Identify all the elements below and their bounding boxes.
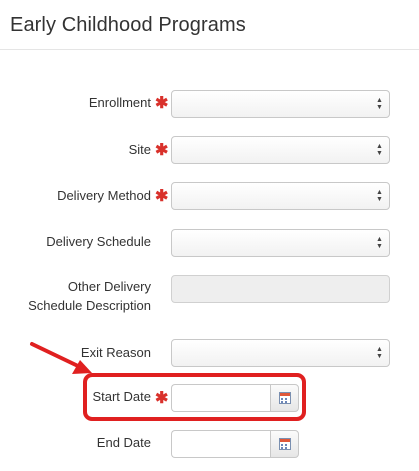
- page-title: Early Childhood Programs: [10, 14, 246, 36]
- start-date-highlight-box: [83, 373, 306, 421]
- enrollment-required-icon: ✱: [155, 95, 169, 112]
- calendar-icon: [279, 438, 291, 450]
- end-date-label: End Date: [96, 435, 151, 450]
- select-arrows-icon: ▲ ▼: [376, 346, 383, 360]
- site-select[interactable]: ▲ ▼: [171, 136, 390, 164]
- pointer-arrow-icon: [30, 342, 92, 374]
- select-arrows-icon: ▲ ▼: [376, 189, 383, 203]
- select-arrows-icon: ▲ ▼: [376, 143, 383, 157]
- title-divider: [0, 49, 419, 50]
- other-delivery-schedule-input: [171, 275, 390, 303]
- select-arrows-icon: ▲ ▼: [376, 236, 383, 250]
- delivery-method-label: Delivery Method: [57, 188, 151, 203]
- delivery-schedule-label: Delivery Schedule: [46, 234, 151, 249]
- exit-reason-select[interactable]: ▲ ▼: [171, 339, 390, 367]
- select-arrows-icon: ▲ ▼: [376, 97, 383, 111]
- enrollment-label: Enrollment: [88, 95, 151, 110]
- end-date-calendar-button[interactable]: [270, 430, 299, 458]
- site-required-icon: ✱: [155, 142, 169, 159]
- delivery-schedule-select[interactable]: ▲ ▼: [171, 229, 390, 257]
- enrollment-select[interactable]: ▲ ▼: [171, 90, 390, 118]
- end-date-input[interactable]: [171, 430, 270, 458]
- other-delivery-schedule-label: Other Delivery Schedule Description: [28, 279, 151, 313]
- delivery-method-required-icon: ✱: [155, 188, 169, 205]
- delivery-method-select[interactable]: ▲ ▼: [171, 182, 390, 210]
- site-label: Site: [128, 142, 151, 157]
